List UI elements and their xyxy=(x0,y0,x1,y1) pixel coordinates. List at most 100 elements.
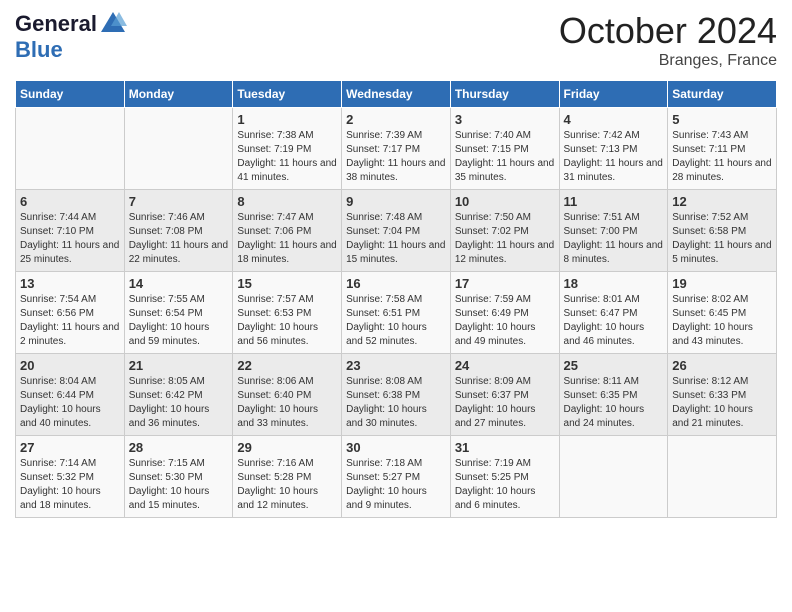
day-info: Sunrise: 7:48 AMSunset: 7:04 PMDaylight:… xyxy=(346,211,446,267)
cell-week3-day4: 17 Sunrise: 7:59 AMSunset: 6:49 PMDayligh… xyxy=(450,272,559,354)
week-row-2: 6 Sunrise: 7:44 AMSunset: 7:10 PMDaylight… xyxy=(16,190,777,272)
day-info: Sunrise: 7:18 AMSunset: 5:27 PMDaylight:… xyxy=(346,457,446,513)
header-sunday: Sunday xyxy=(16,81,125,108)
day-number: 19 xyxy=(672,276,772,291)
cell-week2-day2: 8Sunrise: 7:47 AMSunset: 7:06 PMDaylight… xyxy=(233,190,342,272)
day-number: 2 xyxy=(346,112,446,127)
logo-text-general: General xyxy=(15,12,97,36)
cell-week5-day0: 27 Sunrise: 7:14 AMSunset: 5:32 PMDayligh… xyxy=(16,436,125,518)
cell-week5-day6 xyxy=(668,436,777,518)
title-area: October 2024 Branges, France xyxy=(559,10,777,70)
cell-week1-day6: 5Sunrise: 7:43 AMSunset: 7:11 PMDaylight… xyxy=(668,108,777,190)
day-number: 30 xyxy=(346,440,446,455)
cell-week1-day1 xyxy=(124,108,233,190)
day-number: 13 xyxy=(20,276,120,291)
cell-week5-day4: 31 Sunrise: 7:19 AMSunset: 5:25 PMDayligh… xyxy=(450,436,559,518)
day-number: 22 xyxy=(237,358,337,373)
day-number: 26 xyxy=(672,358,772,373)
cell-week5-day5 xyxy=(559,436,668,518)
logo-icon xyxy=(99,10,127,38)
cell-week4-day0: 20 Sunrise: 8:04 AMSunset: 6:44 PMDayligh… xyxy=(16,354,125,436)
header-saturday: Saturday xyxy=(668,81,777,108)
day-info: Sunrise: 7:39 AMSunset: 7:17 PMDaylight:… xyxy=(346,129,446,185)
day-info: Sunrise: 7:59 AMSunset: 6:49 PMDaylight:… xyxy=(455,293,555,349)
day-info: Sunrise: 8:02 AMSunset: 6:45 PMDaylight:… xyxy=(672,293,772,349)
day-number: 29 xyxy=(237,440,337,455)
week-row-4: 20 Sunrise: 8:04 AMSunset: 6:44 PMDayligh… xyxy=(16,354,777,436)
cell-week5-day1: 28 Sunrise: 7:15 AMSunset: 5:30 PMDayligh… xyxy=(124,436,233,518)
cell-week2-day0: 6 Sunrise: 7:44 AMSunset: 7:10 PMDaylight… xyxy=(16,190,125,272)
cell-week3-day5: 18Sunrise: 8:01 AMSunset: 6:47 PMDayligh… xyxy=(559,272,668,354)
day-info: Sunrise: 8:12 AMSunset: 6:33 PMDaylight:… xyxy=(672,375,772,431)
day-info: Sunrise: 7:38 AMSunset: 7:19 PMDaylight:… xyxy=(237,129,337,185)
cell-week3-day6: 19 Sunrise: 8:02 AMSunset: 6:45 PMDayligh… xyxy=(668,272,777,354)
logo: General Blue xyxy=(15,10,127,62)
day-info: Sunrise: 7:19 AMSunset: 5:25 PMDaylight:… xyxy=(455,457,555,513)
day-number: 18 xyxy=(564,276,664,291)
day-info: Sunrise: 7:58 AMSunset: 6:51 PMDaylight:… xyxy=(346,293,446,349)
day-info: Sunrise: 8:09 AMSunset: 6:37 PMDaylight:… xyxy=(455,375,555,431)
cell-week2-day5: 11Sunrise: 7:51 AMSunset: 7:00 PMDayligh… xyxy=(559,190,668,272)
day-info: Sunrise: 8:11 AMSunset: 6:35 PMDaylight:… xyxy=(564,375,664,431)
day-number: 14 xyxy=(129,276,229,291)
day-number: 27 xyxy=(20,440,120,455)
day-info: Sunrise: 8:06 AMSunset: 6:40 PMDaylight:… xyxy=(237,375,337,431)
day-number: 24 xyxy=(455,358,555,373)
day-number: 9 xyxy=(346,194,446,209)
day-number: 20 xyxy=(20,358,120,373)
day-number: 21 xyxy=(129,358,229,373)
cell-week3-day3: 16Sunrise: 7:58 AMSunset: 6:51 PMDayligh… xyxy=(342,272,451,354)
cell-week2-day4: 10Sunrise: 7:50 AMSunset: 7:02 PMDayligh… xyxy=(450,190,559,272)
cell-week2-day3: 9 Sunrise: 7:48 AMSunset: 7:04 PMDaylight… xyxy=(342,190,451,272)
cell-week3-day2: 15Sunrise: 7:57 AMSunset: 6:53 PMDayligh… xyxy=(233,272,342,354)
day-number: 31 xyxy=(455,440,555,455)
cell-week4-day6: 26 Sunrise: 8:12 AMSunset: 6:33 PMDayligh… xyxy=(668,354,777,436)
day-info: Sunrise: 7:54 AMSunset: 6:56 PMDaylight:… xyxy=(20,293,120,349)
day-number: 15 xyxy=(237,276,337,291)
day-info: Sunrise: 7:40 AMSunset: 7:15 PMDaylight:… xyxy=(455,129,555,185)
page-header: General Blue October 2024 Branges, Franc… xyxy=(15,10,777,70)
location: Branges, France xyxy=(559,52,777,70)
header-monday: Monday xyxy=(124,81,233,108)
day-number: 28 xyxy=(129,440,229,455)
day-number: 23 xyxy=(346,358,446,373)
day-info: Sunrise: 7:42 AMSunset: 7:13 PMDaylight:… xyxy=(564,129,664,185)
day-number: 3 xyxy=(455,112,555,127)
day-info: Sunrise: 8:08 AMSunset: 6:38 PMDaylight:… xyxy=(346,375,446,431)
day-number: 4 xyxy=(564,112,664,127)
week-row-5: 27 Sunrise: 7:14 AMSunset: 5:32 PMDayligh… xyxy=(16,436,777,518)
day-info: Sunrise: 7:16 AMSunset: 5:28 PMDaylight:… xyxy=(237,457,337,513)
header-thursday: Thursday xyxy=(450,81,559,108)
cell-week3-day1: 14 Sunrise: 7:55 AMSunset: 6:54 PMDayligh… xyxy=(124,272,233,354)
month-title: October 2024 xyxy=(559,10,777,52)
week-row-3: 13 Sunrise: 7:54 AMSunset: 6:56 PMDayligh… xyxy=(16,272,777,354)
day-info: Sunrise: 7:44 AMSunset: 7:10 PMDaylight:… xyxy=(20,211,120,267)
day-info: Sunrise: 7:55 AMSunset: 6:54 PMDaylight:… xyxy=(129,293,229,349)
day-number: 8 xyxy=(237,194,337,209)
day-info: Sunrise: 7:15 AMSunset: 5:30 PMDaylight:… xyxy=(129,457,229,513)
week-row-1: 1 Sunrise: 7:38 AMSunset: 7:19 PMDaylight… xyxy=(16,108,777,190)
cell-week3-day0: 13 Sunrise: 7:54 AMSunset: 6:56 PMDayligh… xyxy=(16,272,125,354)
day-info: Sunrise: 7:14 AMSunset: 5:32 PMDaylight:… xyxy=(20,457,120,513)
logo-text-blue: Blue xyxy=(15,38,63,62)
day-info: Sunrise: 7:46 AMSunset: 7:08 PMDaylight:… xyxy=(129,211,229,267)
cell-week1-day3: 2 Sunrise: 7:39 AMSunset: 7:17 PMDaylight… xyxy=(342,108,451,190)
cell-week4-day5: 25Sunrise: 8:11 AMSunset: 6:35 PMDayligh… xyxy=(559,354,668,436)
day-info: Sunrise: 7:52 AMSunset: 6:58 PMDaylight:… xyxy=(672,211,772,267)
cell-week5-day2: 29 Sunrise: 7:16 AMSunset: 5:28 PMDayligh… xyxy=(233,436,342,518)
cell-week1-day2: 1 Sunrise: 7:38 AMSunset: 7:19 PMDaylight… xyxy=(233,108,342,190)
day-number: 1 xyxy=(237,112,337,127)
day-number: 6 xyxy=(20,194,120,209)
day-number: 5 xyxy=(672,112,772,127)
header-wednesday: Wednesday xyxy=(342,81,451,108)
cell-week2-day1: 7 Sunrise: 7:46 AMSunset: 7:08 PMDaylight… xyxy=(124,190,233,272)
day-info: Sunrise: 7:51 AMSunset: 7:00 PMDaylight:… xyxy=(564,211,664,267)
day-number: 17 xyxy=(455,276,555,291)
cell-week1-day0 xyxy=(16,108,125,190)
cell-week4-day3: 23 Sunrise: 8:08 AMSunset: 6:38 PMDayligh… xyxy=(342,354,451,436)
weekday-header-row: SundayMondayTuesdayWednesdayThursdayFrid… xyxy=(16,81,777,108)
cell-week2-day6: 12Sunrise: 7:52 AMSunset: 6:58 PMDayligh… xyxy=(668,190,777,272)
day-info: Sunrise: 8:04 AMSunset: 6:44 PMDaylight:… xyxy=(20,375,120,431)
day-number: 7 xyxy=(129,194,229,209)
day-info: Sunrise: 7:50 AMSunset: 7:02 PMDaylight:… xyxy=(455,211,555,267)
